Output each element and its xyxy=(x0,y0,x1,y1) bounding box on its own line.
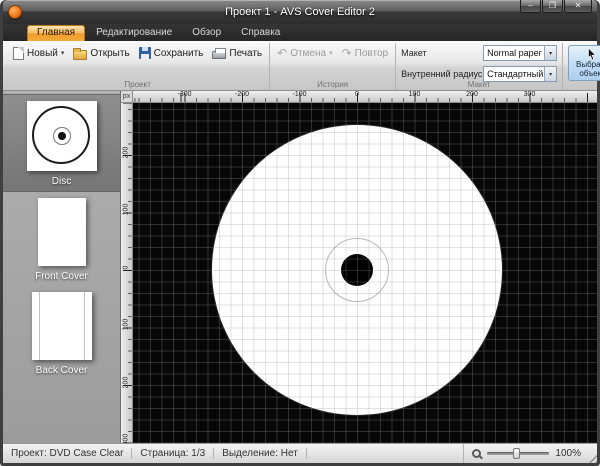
cursor-arrow-icon xyxy=(585,47,599,61)
main-area: Disc Front Cover Back Cover px -300 -200… xyxy=(3,91,597,443)
printer-icon xyxy=(212,51,226,59)
tab-home[interactable]: Главная xyxy=(27,25,85,41)
ribbon-tabstrip: Главная Редактирование Обзор Справка xyxy=(3,24,597,41)
zoom-slider[interactable] xyxy=(487,452,549,455)
group-label-layout: Макет xyxy=(396,80,562,89)
ribbon-group-history: ↶ Отмена ▾ ↷ Повтор История xyxy=(270,43,396,90)
ruler-unit: px xyxy=(121,91,133,103)
zoom-level: 100% xyxy=(555,448,581,459)
inner-radius-field-label: Внутренний радиус xyxy=(401,69,479,79)
sidebar-item-label: Disc xyxy=(3,176,120,187)
save-disk-icon xyxy=(139,47,151,59)
status-page: Страница: 1/3 xyxy=(132,448,214,459)
pages-sidebar: Disc Front Cover Back Cover xyxy=(3,91,121,443)
ribbon-group-tools: Выбрать объект A Добавить текст A Добави… xyxy=(563,43,600,90)
redo-button[interactable]: ↷ Повтор xyxy=(340,45,391,61)
app-window: Проект 1 - AVS Cover Editor 2 – ❐ ✕ Глав… xyxy=(0,0,600,466)
close-button[interactable]: ✕ xyxy=(564,0,592,13)
ribbon-group-layout: Макет Normal paper ▾ Внутренний радиус С… xyxy=(396,43,563,90)
open-folder-icon xyxy=(73,50,87,60)
ribbon: Новый ▾ Открыть Сохранить Печать Проект xyxy=(3,41,597,91)
undo-arrow-icon: ↶ xyxy=(277,47,287,59)
ribbon-group-project: Новый ▾ Открыть Сохранить Печать Проект xyxy=(6,43,270,90)
status-project: Проект: DVD Case Clear xyxy=(3,448,132,459)
window-title: Проект 1 - AVS Cover Editor 2 xyxy=(3,6,597,18)
tab-help[interactable]: Справка xyxy=(232,25,289,41)
chevron-down-icon[interactable]: ▾ xyxy=(544,46,556,60)
horizontal-ruler: -300 -200 -100 0 100 200 300 xyxy=(133,91,597,103)
chevron-down-icon[interactable]: ▾ xyxy=(544,67,556,81)
design-canvas[interactable] xyxy=(133,103,597,443)
chevron-down-icon: ▾ xyxy=(329,50,333,57)
paper-layout-select[interactable]: Normal paper ▾ xyxy=(483,45,557,61)
group-label-project: Проект xyxy=(6,80,269,89)
redo-arrow-icon: ↷ xyxy=(342,47,352,59)
new-document-icon xyxy=(13,47,24,60)
select-object-button[interactable]: Выбрать объект xyxy=(568,45,600,81)
undo-button[interactable]: ↶ Отмена ▾ xyxy=(275,45,334,61)
canvas-container: px -300 -200 -100 0 100 200 300 300 200 … xyxy=(121,91,597,443)
window-controls: – ❐ ✕ xyxy=(520,0,592,13)
tab-edit[interactable]: Редактирование xyxy=(87,25,181,41)
back-cover-thumbnail xyxy=(32,292,92,360)
new-button[interactable]: Новый ▾ xyxy=(11,45,66,62)
minimize-button[interactable]: – xyxy=(520,0,541,13)
statusbar: Проект: DVD Case Clear Страница: 1/3 Выд… xyxy=(3,443,597,463)
group-label-history: История xyxy=(270,80,395,89)
tab-view[interactable]: Обзор xyxy=(183,25,230,41)
titlebar: Проект 1 - AVS Cover Editor 2 – ❐ ✕ xyxy=(3,0,597,24)
group-label-tools: Главные инструменты xyxy=(563,80,600,89)
zoom-controls: 100% xyxy=(463,444,597,463)
sidebar-item-disc[interactable]: Disc xyxy=(3,94,120,192)
magnifier-icon xyxy=(472,449,481,458)
zoom-slider-handle[interactable] xyxy=(513,448,520,459)
sidebar-item-front-cover[interactable]: Front Cover xyxy=(3,192,120,286)
sidebar-item-back-cover[interactable]: Back Cover xyxy=(3,286,120,380)
status-selection: Выделение: Нет xyxy=(214,448,307,459)
open-button[interactable]: Открыть xyxy=(71,45,131,62)
maximize-button[interactable]: ❐ xyxy=(542,0,563,13)
vertical-ruler: 300 200 100 0 100 200 300 xyxy=(121,103,133,443)
save-button[interactable]: Сохранить xyxy=(137,45,206,61)
layout-field-label: Макет xyxy=(401,48,479,58)
front-cover-thumbnail xyxy=(38,198,86,266)
sidebar-item-label: Front Cover xyxy=(3,271,120,282)
disc-thumbnail xyxy=(27,101,97,171)
disc-center-hole xyxy=(341,254,373,286)
chevron-down-icon: ▾ xyxy=(61,50,65,57)
print-button[interactable]: Печать xyxy=(210,45,264,61)
sidebar-item-label: Back Cover xyxy=(3,365,120,376)
